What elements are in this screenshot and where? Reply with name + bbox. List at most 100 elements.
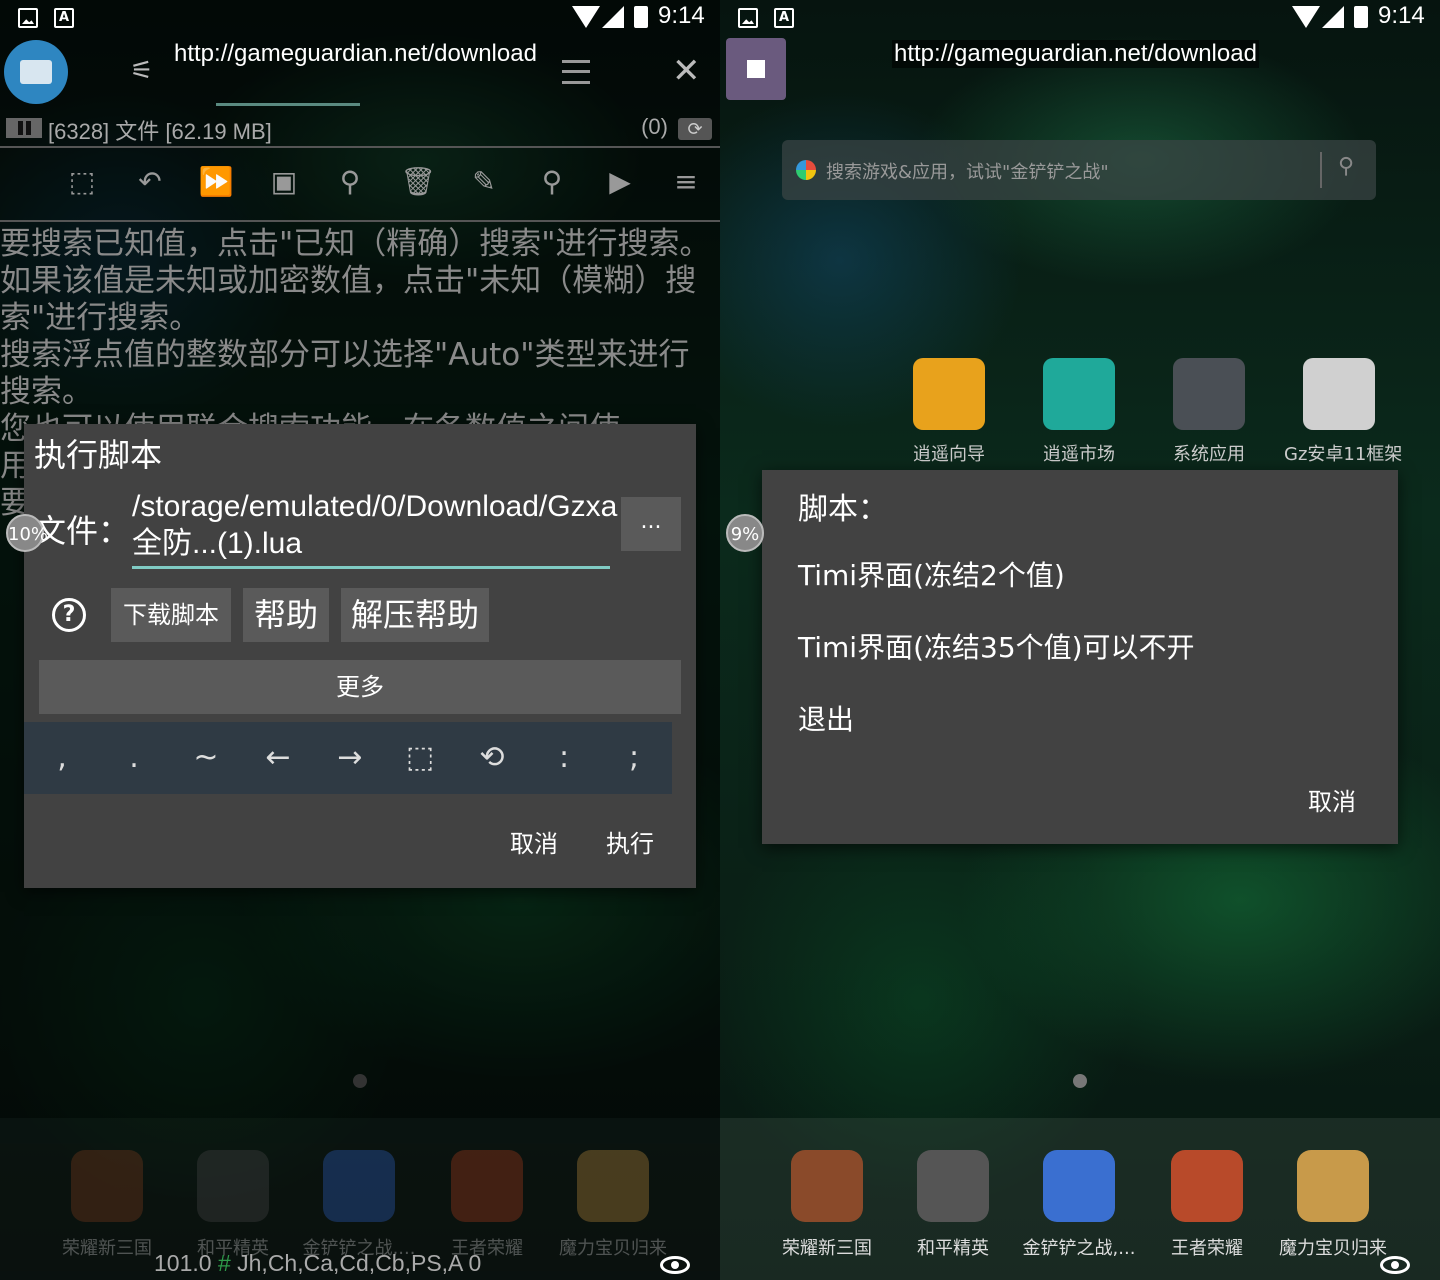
status-bar: A 9:14: [0, 0, 720, 36]
app-icon: [917, 1150, 989, 1222]
footer-hash: #: [217, 1250, 231, 1276]
menu-icon[interactable]: ≡: [668, 164, 704, 200]
comma-key[interactable]: ,: [40, 736, 84, 780]
dock-app[interactable]: 魔力宝贝归来: [548, 1150, 678, 1260]
home-app[interactable]: Gz安卓11框架: [1284, 358, 1402, 466]
wifi-icon: [572, 6, 600, 28]
shortcut-keys-bar: , . ~ ← → ⬚ ⟲ : ;: [24, 722, 672, 794]
input-underline: [132, 566, 610, 569]
more-button[interactable]: 更多: [39, 660, 681, 714]
divider: [0, 220, 720, 222]
footer-value: 101.0: [154, 1250, 212, 1276]
play-icon[interactable]: ▶: [602, 164, 638, 200]
home-app[interactable]: 逍遥市场: [1024, 358, 1134, 466]
app-label: 逍遥向导: [913, 444, 985, 465]
url-text: http://gameguardian.net/download: [174, 40, 537, 67]
battery-icon: [1354, 6, 1368, 28]
search-input[interactable]: 搜索游戏&应用，试试"金铲铲之战" ⚲: [782, 140, 1376, 200]
a-notification-icon: A: [774, 8, 794, 28]
app-icon: [451, 1150, 523, 1222]
toolbar: ⬚ ↶ ⏩ ▣ ⚲ 🗑 ✎ ⚲ ▶ ≡: [60, 160, 710, 210]
app-icon: [577, 1150, 649, 1222]
file-label: 文件：: [34, 512, 131, 550]
eye-icon[interactable]: [660, 1256, 690, 1274]
help-icon[interactable]: ?: [52, 598, 86, 632]
dock-app[interactable]: 和平精英: [888, 1150, 1018, 1260]
history-icon[interactable]: ⟲: [470, 736, 514, 780]
help-line: 要搜索已知值，点击"已知（精确）搜索"进行搜索。: [0, 226, 711, 262]
app-label: 金铲铲之战,...: [1022, 1238, 1136, 1259]
tune-icon[interactable]: ⚟: [130, 58, 158, 84]
footer-regions: Jh,Ch,Ca,Cd,Cb,PS,A 0: [237, 1250, 482, 1276]
execute-button[interactable]: 执行: [606, 824, 654, 859]
tilde-key[interactable]: ~: [184, 736, 228, 780]
colon-key[interactable]: :: [542, 736, 586, 780]
dock-app[interactable]: 王者荣耀: [422, 1150, 552, 1260]
save-icon[interactable]: ▣: [266, 164, 302, 200]
download-script-button[interactable]: 下载脚本: [111, 588, 231, 642]
signal-icon: [602, 6, 624, 28]
arrow-right-icon[interactable]: →: [328, 736, 372, 780]
progress-badge[interactable]: 9%: [726, 514, 764, 552]
progress-badge[interactable]: 10%: [6, 514, 48, 552]
arrow-left-icon[interactable]: ←: [256, 736, 300, 780]
memory-footer: 101.0 # Jh,Ch,Ca,Cd,Cb,PS,A 0: [154, 1250, 481, 1277]
script-menu-dialog: 脚本： Timi界面(冻结2个值) Timi界面(冻结35个值)可以不开 退出 …: [762, 470, 1398, 844]
delete-icon[interactable]: 🗑: [400, 164, 436, 200]
tab-indicator: [216, 103, 360, 106]
select-all-icon[interactable]: ⬚: [398, 736, 442, 780]
select-all-icon[interactable]: ⬚: [64, 164, 100, 200]
app-label: 魔力宝贝归来: [1279, 1238, 1387, 1259]
app-icon: [1171, 1150, 1243, 1222]
lightbulb-icon: [913, 358, 985, 430]
status-time: 9:14: [658, 2, 705, 29]
search-icon[interactable]: ⚲: [534, 164, 570, 200]
search-icon[interactable]: ⚲: [1338, 154, 1354, 179]
dialog-title: 脚本：: [798, 492, 888, 527]
refresh-icon[interactable]: ⟳: [678, 118, 712, 140]
app-icon: [791, 1150, 863, 1222]
dock-app[interactable]: 王者荣耀: [1142, 1150, 1272, 1260]
execute-script-dialog: 执行脚本 文件： /storage/emulated/0/Download/Gz…: [24, 424, 696, 888]
folder-icon[interactable]: [4, 40, 68, 104]
list-icon[interactable]: [562, 60, 590, 84]
page-indicator: [1073, 1074, 1087, 1088]
url-text: http://gameguardian.net/download: [892, 40, 1259, 68]
app-icon: [323, 1150, 395, 1222]
app-label: 和平精英: [917, 1238, 989, 1259]
home-app[interactable]: 逍遥向导: [894, 358, 1004, 466]
wifi-icon: [1292, 6, 1320, 28]
file-path-input[interactable]: /storage/emulated/0/Download/Gzxa全防...(1…: [132, 488, 617, 562]
store-logo-icon: [796, 160, 816, 180]
unzip-help-button[interactable]: 解压帮助: [341, 588, 489, 642]
dock-app[interactable]: 荣耀新三国: [762, 1150, 892, 1260]
undo-icon[interactable]: ↶: [132, 164, 168, 200]
app-label: 逍遥市场: [1043, 444, 1115, 465]
fast-forward-icon[interactable]: ⏩: [198, 164, 234, 200]
period-key[interactable]: .: [112, 736, 156, 780]
menu-item[interactable]: Timi界面(冻结2个值): [798, 554, 1065, 594]
store-bag-icon: [1043, 358, 1115, 430]
dock-app[interactable]: 和平精英: [168, 1150, 298, 1260]
close-icon[interactable]: ✕: [672, 54, 701, 88]
menu-item-exit[interactable]: 退出: [798, 698, 854, 738]
cancel-button[interactable]: 取消: [510, 824, 558, 859]
eye-icon[interactable]: [1380, 1256, 1410, 1274]
dock-app[interactable]: 金铲铲之战,...: [1014, 1150, 1144, 1260]
pause-icon[interactable]: [6, 118, 42, 138]
app-label: 魔力宝贝归来: [559, 1238, 667, 1259]
browse-button[interactable]: ...: [621, 497, 681, 551]
dock-app[interactable]: 荣耀新三国: [42, 1150, 172, 1260]
menu-item[interactable]: Timi界面(冻结35个值)可以不开: [798, 626, 1195, 666]
dock-app[interactable]: 金铲铲之战,...: [294, 1150, 424, 1260]
edit-icon[interactable]: ✎: [466, 164, 502, 200]
help-button[interactable]: 帮助: [243, 588, 329, 642]
battery-icon: [634, 6, 648, 28]
stop-script-button[interactable]: [726, 38, 786, 100]
home-app[interactable]: 系统应用: [1154, 358, 1264, 466]
semicolon-key[interactable]: ;: [612, 736, 656, 780]
process-bar: [6328] 文件 [62.19 MB] (0) ⟳: [6, 112, 718, 146]
dock-app[interactable]: 魔力宝贝归来: [1268, 1150, 1398, 1260]
cancel-button[interactable]: 取消: [1308, 782, 1356, 817]
fuzzy-search-icon[interactable]: ⚲: [332, 164, 368, 200]
